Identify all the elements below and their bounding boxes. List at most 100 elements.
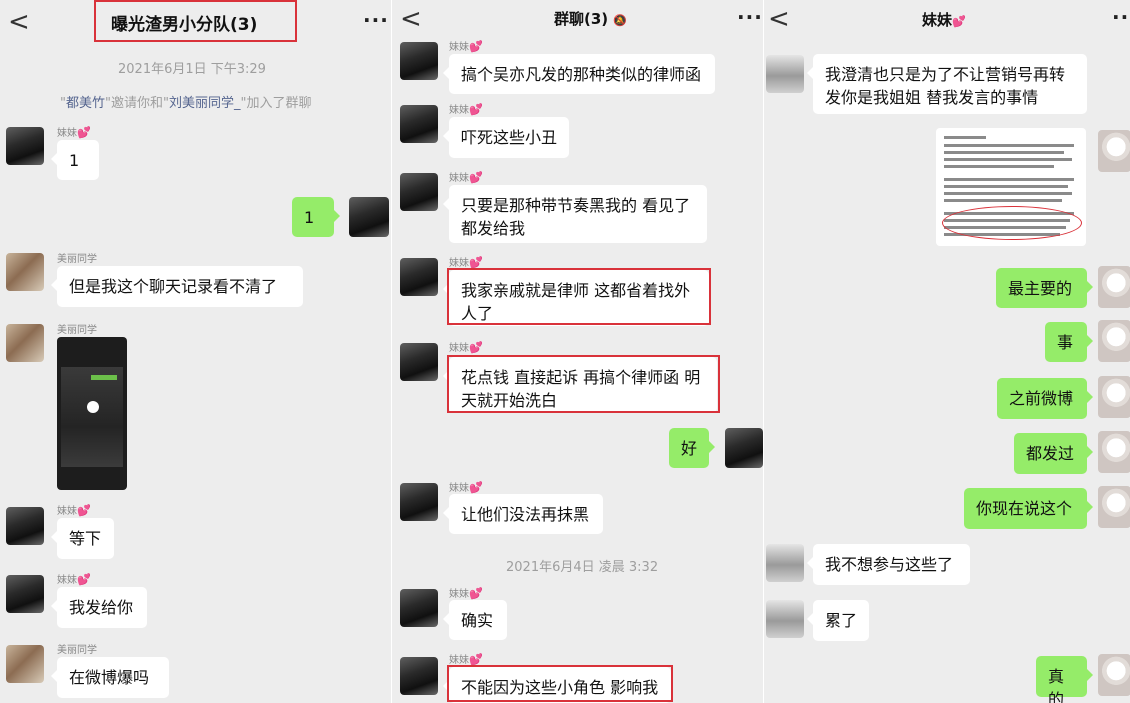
message-bubble[interactable]: 我不想参与这些了: [807, 544, 970, 585]
chat-panel-private: < 妹妹💕 ··· 我澄清也只是为了不让营销号再转发你是我姐姐 替我发言的事情 …: [763, 0, 1130, 703]
timestamp: 2021年6月4日 凌晨 3:32: [506, 560, 659, 575]
image-message[interactable]: [936, 128, 1086, 246]
heart-icon: 💕: [469, 103, 483, 116]
back-icon[interactable]: <: [768, 6, 790, 32]
message-bubble[interactable]: 我澄清也只是为了不让营销号再转 发你是我姐姐 替我发言的事情: [807, 54, 1087, 114]
image-text-line: [944, 136, 986, 139]
message-bubble-outgoing[interactable]: 最主要的: [996, 268, 1093, 308]
message-bubble[interactable]: 等下: [51, 518, 114, 559]
avatar[interactable]: [766, 55, 804, 93]
avatar[interactable]: [400, 589, 438, 627]
message-bubble-outgoing[interactable]: 真的: [1036, 656, 1093, 703]
sender-name: 妹妹💕: [449, 587, 483, 600]
avatar-self[interactable]: [1098, 654, 1130, 696]
sender-name: 妹妹💕: [57, 573, 91, 586]
avatar[interactable]: [6, 575, 44, 613]
avatar[interactable]: [400, 258, 438, 296]
heart-icon: 💕: [77, 126, 91, 139]
sender-name: 美丽同学: [57, 645, 97, 656]
avatar[interactable]: [400, 173, 438, 211]
highlight-box: [94, 0, 297, 42]
timestamp: 2021年6月1日 下午3:29: [118, 62, 266, 77]
video-overlay: [91, 375, 117, 380]
highlight-box: [447, 355, 720, 413]
sender-name: 妹妹💕: [449, 341, 483, 354]
heart-icon: 💕: [77, 573, 91, 586]
heart-icon: 💕: [469, 341, 483, 354]
avatar[interactable]: [766, 600, 804, 638]
image-text-line: [944, 165, 1054, 168]
highlight-box: [447, 268, 711, 325]
message-bubble[interactable]: 累了: [807, 600, 869, 641]
heart-icon: 💕: [77, 504, 91, 517]
message-bubble-outgoing[interactable]: 之前微博: [997, 378, 1093, 419]
chat-title: 群聊(3) 🔕: [554, 10, 628, 28]
message-bubble-outgoing[interactable]: 1: [292, 197, 340, 237]
avatar-self[interactable]: [349, 197, 389, 237]
back-icon[interactable]: <: [8, 9, 30, 35]
avatar-self[interactable]: [725, 428, 763, 468]
sender-name: 妹妹💕: [449, 40, 483, 53]
avatar[interactable]: [6, 645, 44, 683]
mute-icon: 🔕: [613, 14, 628, 27]
avatar[interactable]: [6, 507, 44, 545]
message-bubble[interactable]: 只要是那种带节奏黑我的 看见了 都发给我: [443, 185, 707, 243]
more-icon[interactable]: ···: [1112, 5, 1130, 29]
avatar[interactable]: [400, 657, 438, 695]
avatar[interactable]: [400, 483, 438, 521]
sender-name: 妹妹💕: [57, 504, 91, 517]
video-frame: [61, 367, 123, 467]
heart-icon: 💕: [469, 481, 483, 494]
chat-panel-group-1: < 曝光渣男小分队(3) ··· 2021年6月1日 下午3:29 "都美竹"邀…: [0, 0, 391, 703]
image-text-line: [944, 199, 1062, 202]
message-bubble[interactable]: 在微博爆吗: [51, 657, 169, 698]
image-text-line: [944, 144, 1074, 147]
image-text-line: [944, 151, 1064, 154]
avatar[interactable]: [400, 42, 438, 80]
message-bubble[interactable]: 搞个吴亦凡发的那种类似的律师函: [443, 54, 715, 94]
image-text-line: [944, 185, 1068, 188]
sender-name: 妹妹💕: [57, 126, 91, 139]
message-bubble[interactable]: 让他们没法再抹黑: [443, 494, 603, 534]
heart-icon: 💕: [469, 171, 483, 184]
avatar-self[interactable]: [1098, 320, 1130, 362]
play-icon: [87, 401, 99, 413]
sender-name: 美丽同学: [57, 254, 97, 265]
video-message[interactable]: [57, 337, 127, 490]
more-icon[interactable]: ···: [363, 8, 389, 32]
sender-name: 妹妹💕: [449, 256, 483, 269]
message-bubble[interactable]: 但是我这个聊天记录看不清了: [51, 266, 303, 307]
system-message: "都美竹"邀请你和"刘美丽同学_"加入了群聊: [60, 96, 312, 111]
avatar[interactable]: [6, 253, 44, 291]
image-text-line: [944, 158, 1072, 161]
chat-title: 妹妹💕: [922, 11, 966, 29]
sender-name: 妹妹💕: [449, 171, 483, 184]
avatar[interactable]: [400, 343, 438, 381]
message-bubble-outgoing[interactable]: 事: [1045, 322, 1093, 362]
avatar-self[interactable]: [1098, 130, 1130, 172]
sender-name: 妹妹💕: [449, 481, 483, 494]
avatar[interactable]: [766, 544, 804, 582]
message-bubble[interactable]: 我发给你: [51, 587, 147, 628]
avatar-self[interactable]: [1098, 266, 1130, 308]
message-bubble-outgoing[interactable]: 你现在说这个: [964, 488, 1093, 529]
avatar-self[interactable]: [1098, 486, 1130, 528]
more-icon[interactable]: ···: [737, 5, 763, 29]
image-text-line: [944, 192, 1072, 195]
screenshot-collage: < 曝光渣男小分队(3) ··· 2021年6月1日 下午3:29 "都美竹"邀…: [0, 0, 1130, 703]
sender-name: 妹妹💕: [449, 653, 483, 666]
avatar-self[interactable]: [1098, 376, 1130, 418]
message-bubble-outgoing[interactable]: 好: [669, 428, 715, 468]
message-bubble-outgoing[interactable]: 都发过: [1014, 433, 1093, 474]
heart-icon: 💕: [469, 40, 483, 53]
avatar[interactable]: [6, 324, 44, 362]
avatar[interactable]: [6, 127, 44, 165]
message-bubble[interactable]: 确实: [443, 600, 507, 640]
avatar-self[interactable]: [1098, 431, 1130, 473]
message-bubble[interactable]: 1: [51, 140, 99, 180]
image-annotation-circle: [942, 206, 1082, 240]
back-icon[interactable]: <: [400, 6, 422, 32]
message-bubble[interactable]: 吓死这些小丑: [443, 117, 569, 158]
avatar[interactable]: [400, 105, 438, 143]
sender-name: 美丽同学: [57, 325, 97, 336]
